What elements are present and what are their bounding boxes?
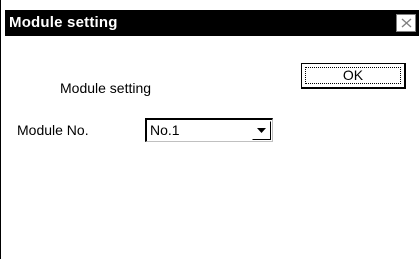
dialog-heading: Module setting [60,80,152,96]
module-no-dropdown-button[interactable] [252,121,271,140]
module-no-select[interactable]: No.1 [145,118,273,142]
window-title: Module setting [9,14,118,31]
module-no-label: Module No. [17,122,89,138]
chevron-down-icon [257,128,266,133]
ok-button-label: OK [342,67,364,83]
dialog-window: Module setting Module setting OK Module … [0,0,419,259]
module-no-select-value: No.1 [150,122,180,138]
close-button[interactable] [396,14,416,32]
title-bar[interactable]: Module setting [5,10,419,36]
close-icon [401,18,412,28]
ok-button[interactable]: OK [301,63,406,89]
